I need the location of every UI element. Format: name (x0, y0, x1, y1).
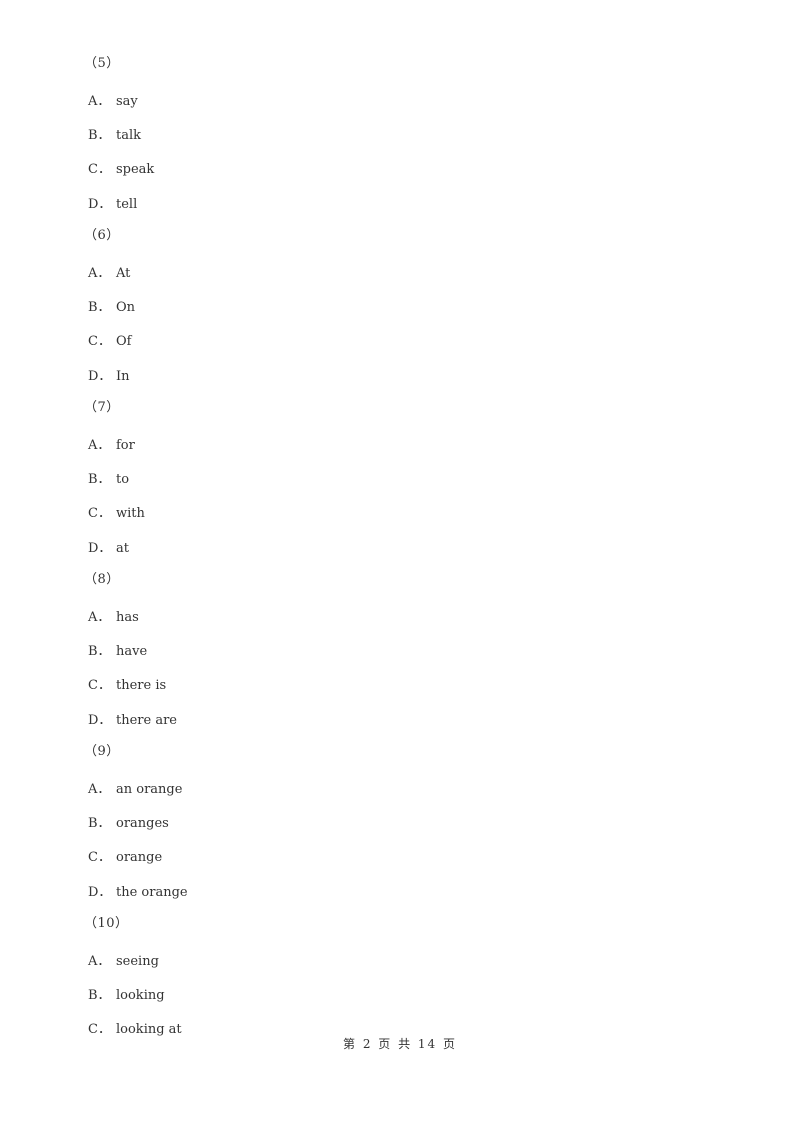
answer-option: A． At (88, 262, 130, 281)
option-letter: C． (88, 678, 111, 693)
answer-option: A． seeing (88, 950, 159, 969)
answer-option: D． at (88, 537, 129, 556)
answer-option: D． In (88, 365, 130, 384)
option-letter: B． (88, 128, 111, 143)
option-text: Of (116, 334, 132, 349)
option-letter: A． (88, 610, 111, 625)
option-text: has (116, 610, 139, 625)
answer-option: D． there are (88, 709, 177, 728)
option-letter: A． (88, 94, 111, 109)
option-letter: D． (88, 369, 112, 384)
option-text: In (116, 369, 130, 384)
option-text: At (116, 266, 131, 281)
option-letter: B． (88, 988, 111, 1003)
option-text: On (116, 300, 136, 315)
option-letter: A． (88, 266, 111, 281)
option-text: seeing (116, 954, 159, 969)
option-letter: B． (88, 300, 111, 315)
page-footer: 第 2 页 共 14 页 (343, 1037, 457, 1051)
answer-option: B． oranges (88, 812, 169, 831)
answer-option: B． talk (88, 124, 141, 143)
option-text: for (116, 438, 135, 453)
option-text: have (116, 644, 148, 659)
answer-option: C． there is (88, 674, 166, 693)
option-letter: B． (88, 644, 111, 659)
option-text: there are (116, 713, 177, 728)
question-number: （10） (84, 916, 129, 931)
option-letter: D． (88, 197, 112, 212)
answer-option: B． looking (88, 984, 165, 1003)
option-letter: D． (88, 541, 112, 556)
option-text: with (116, 506, 145, 521)
answer-option: D． the orange (88, 881, 188, 900)
option-letter: C． (88, 162, 111, 177)
answer-option: A． an orange (88, 778, 182, 797)
question-number: （6） (84, 228, 120, 243)
answer-option: C． speak (88, 158, 154, 177)
question-number: （8） (84, 572, 120, 587)
option-text: tell (116, 197, 138, 212)
option-text: orange (116, 850, 163, 865)
option-text: speak (116, 162, 155, 177)
option-letter: A． (88, 782, 111, 797)
option-letter: D． (88, 885, 112, 900)
option-text: oranges (116, 816, 169, 831)
option-text: an orange (116, 782, 183, 797)
answer-option: A． say (88, 90, 138, 109)
option-letter: B． (88, 816, 111, 831)
option-text: at (116, 541, 129, 556)
answer-option: B． On (88, 296, 135, 315)
option-text: there is (116, 678, 167, 693)
question-number: （7） (84, 400, 120, 415)
option-text: to (116, 472, 130, 487)
answer-option: D． tell (88, 193, 137, 212)
option-letter: B． (88, 472, 111, 487)
answer-option: A． for (88, 434, 135, 453)
answer-option: A． has (88, 606, 139, 625)
answer-option: C． with (88, 502, 145, 521)
option-letter: C． (88, 850, 111, 865)
option-text: talk (116, 128, 142, 143)
option-text: looking (116, 988, 165, 1003)
answer-option: C． orange (88, 846, 162, 865)
option-letter: D． (88, 713, 112, 728)
option-text: say (116, 94, 138, 109)
question-number: （5） (84, 56, 120, 71)
option-letter: C． (88, 334, 111, 349)
answer-option: B． have (88, 640, 147, 659)
answer-option: C． Of (88, 330, 131, 349)
option-text: the orange (116, 885, 188, 900)
option-letter: A． (88, 954, 111, 969)
question-number: （9） (84, 744, 120, 759)
option-letter: A． (88, 438, 111, 453)
option-letter: C． (88, 506, 111, 521)
answer-option: B． to (88, 468, 129, 487)
